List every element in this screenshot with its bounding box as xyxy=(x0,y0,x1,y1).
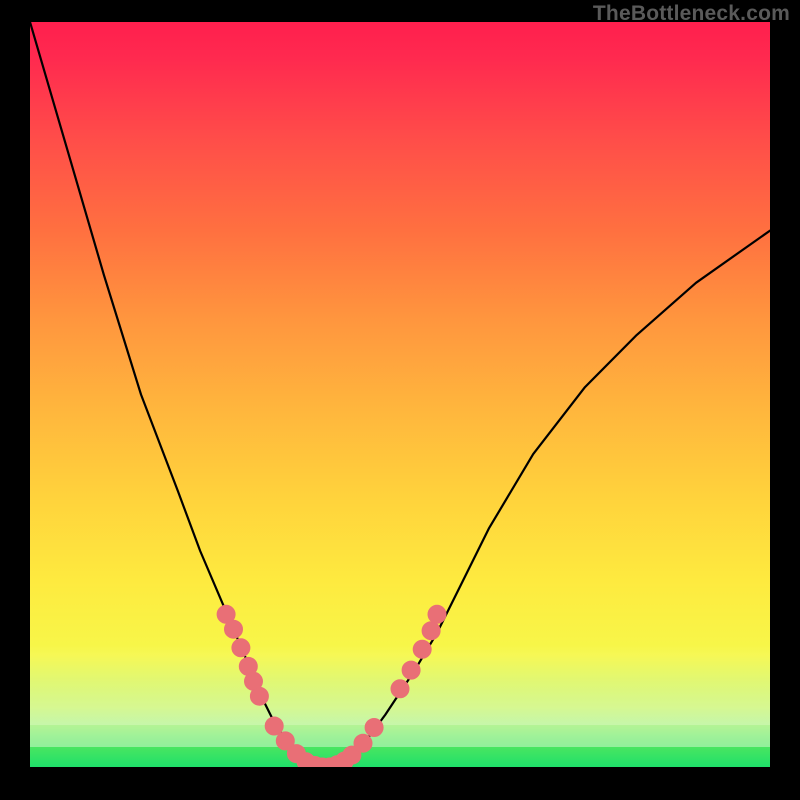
watermark-text: TheBottleneck.com xyxy=(593,2,790,26)
chart-stage: TheBottleneck.com xyxy=(0,0,800,800)
pale-band-lower xyxy=(30,725,770,747)
pale-band-upper xyxy=(30,645,770,725)
plot-area xyxy=(30,22,770,767)
